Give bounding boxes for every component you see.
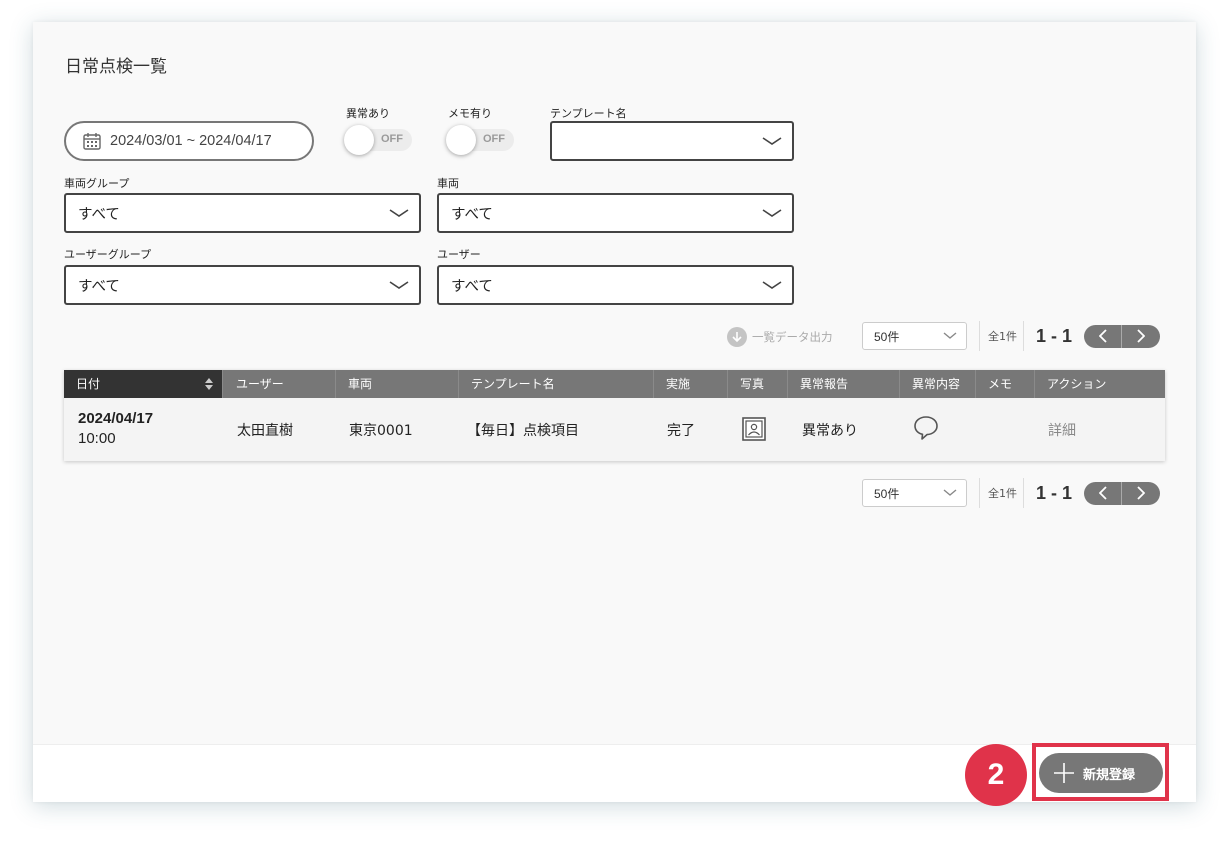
column-header-photo: 写真 [728,370,788,398]
anomaly-toggle-state: OFF [381,133,403,145]
column-header-action: アクション [1047,377,1107,391]
photo-icon[interactable] [742,417,766,445]
toggle-knob [344,125,374,155]
divider [979,321,980,351]
user-group-value: すべて [78,278,120,295]
next-page-button[interactable] [1122,324,1161,348]
template-label: テンプレート名 [550,107,627,120]
template-select[interactable] [550,121,794,161]
chevron-down-icon [762,209,782,217]
chevron-down-icon [943,489,957,496]
row-date: 2024/04/17 [78,410,154,427]
column-header-user: ユーザー [224,370,336,398]
user-label: ユーザー [437,248,481,261]
date-range-text: 2024/03/01 ~ 2024/04/17 [110,133,272,149]
sort-icon [205,378,213,390]
row-user: 太田直樹 [237,423,293,439]
main-panel: 日常点検一覧 2024/03/01 ~ 2024/04/17 異常あり OFF … [33,22,1196,806]
speech-bubble-icon[interactable] [913,415,939,445]
memo-toggle-state: OFF [483,133,505,145]
per-page-select[interactable]: 50件 [862,479,967,507]
new-registration-button[interactable]: 新規登録 [1039,753,1163,793]
column-header-memo: メモ [976,370,1035,398]
vehicle-value: すべて [451,206,493,223]
row-template: 【毎日】点検項目 [467,423,579,439]
memo-toggle[interactable]: OFF [446,125,516,155]
date-range-picker[interactable]: 2024/03/01 ~ 2024/04/17 [64,121,314,161]
vehicle-select[interactable]: すべて [437,193,794,233]
pagination-top: 50件 全1件 1 - 1 [862,321,1161,351]
step-badge: 2 [965,744,1027,806]
detail-link[interactable]: 詳細 [1048,420,1076,440]
user-group-select[interactable]: すべて [64,265,421,305]
anomaly-label: 異常あり [346,107,390,120]
column-header-anomaly-report: 異常報告 [788,370,900,398]
plus-icon [1054,763,1074,783]
divider [1023,478,1024,508]
vehicle-label: 車両 [437,177,459,190]
vehicle-group-select[interactable]: すべて [64,193,421,233]
chevron-down-icon [389,281,409,289]
prev-page-button[interactable] [1084,324,1123,348]
new-registration-label: 新規登録 [1083,767,1136,783]
total-count: 全1件 [988,487,1017,500]
user-select[interactable]: すべて [437,265,794,305]
chevron-left-icon [1098,329,1107,343]
chevron-left-icon [1098,486,1107,500]
chevron-down-icon [389,209,409,217]
per-page-value: 50件 [874,486,900,501]
memo-label: メモ有り [448,107,492,120]
column-header-status: 実施 [654,370,728,398]
user-group-label: ユーザーグループ [64,248,152,261]
chevron-right-icon [1137,329,1146,343]
divider [1023,321,1024,351]
page-range: 1 - 1 [1036,325,1073,346]
calendar-icon [83,133,101,150]
vehicle-group-value: すべて [78,206,120,223]
page-range: 1 - 1 [1036,482,1073,503]
prev-page-button[interactable] [1084,481,1123,505]
row-status: 完了 [667,423,695,439]
per-page-select[interactable]: 50件 [862,322,967,350]
divider [979,478,980,508]
total-count: 全1件 [988,330,1017,343]
table-header: 日付 ユーザー 車両 テンプレート名 実施 写真 異常報告 異常内容 メモ アク… [64,370,1165,398]
column-header-date[interactable]: 日付 [64,370,223,398]
chevron-down-icon [762,137,782,145]
page-nav [1084,481,1161,505]
page-title: 日常点検一覧 [65,57,167,77]
anomaly-toggle[interactable]: OFF [344,125,414,155]
column-header-vehicle: 車両 [336,370,459,398]
row-time: 10:00 [78,430,116,447]
pagination-bottom: 50件 全1件 1 - 1 [862,478,1161,508]
inspection-table: 日付 ユーザー 車両 テンプレート名 実施 写真 異常報告 異常内容 メモ アク… [64,370,1165,461]
chevron-down-icon [943,332,957,339]
vehicle-group-label: 車両グループ [64,177,130,190]
row-anomaly-report: 異常あり [802,423,858,439]
per-page-value: 50件 [874,329,900,344]
download-icon [727,327,747,347]
chevron-down-icon [762,281,782,289]
row-vehicle: 東京0001 [349,423,413,439]
page-nav [1084,324,1161,348]
column-header-template: テンプレート名 [459,370,654,398]
chevron-right-icon [1137,486,1146,500]
export-label: 一覧データ出力 [752,330,833,344]
user-value: すべて [451,278,493,295]
toggle-knob [446,125,476,155]
column-header-anomaly-detail: 異常内容 [900,370,976,398]
export-button[interactable]: 一覧データ出力 [727,327,833,347]
next-page-button[interactable] [1122,481,1161,505]
